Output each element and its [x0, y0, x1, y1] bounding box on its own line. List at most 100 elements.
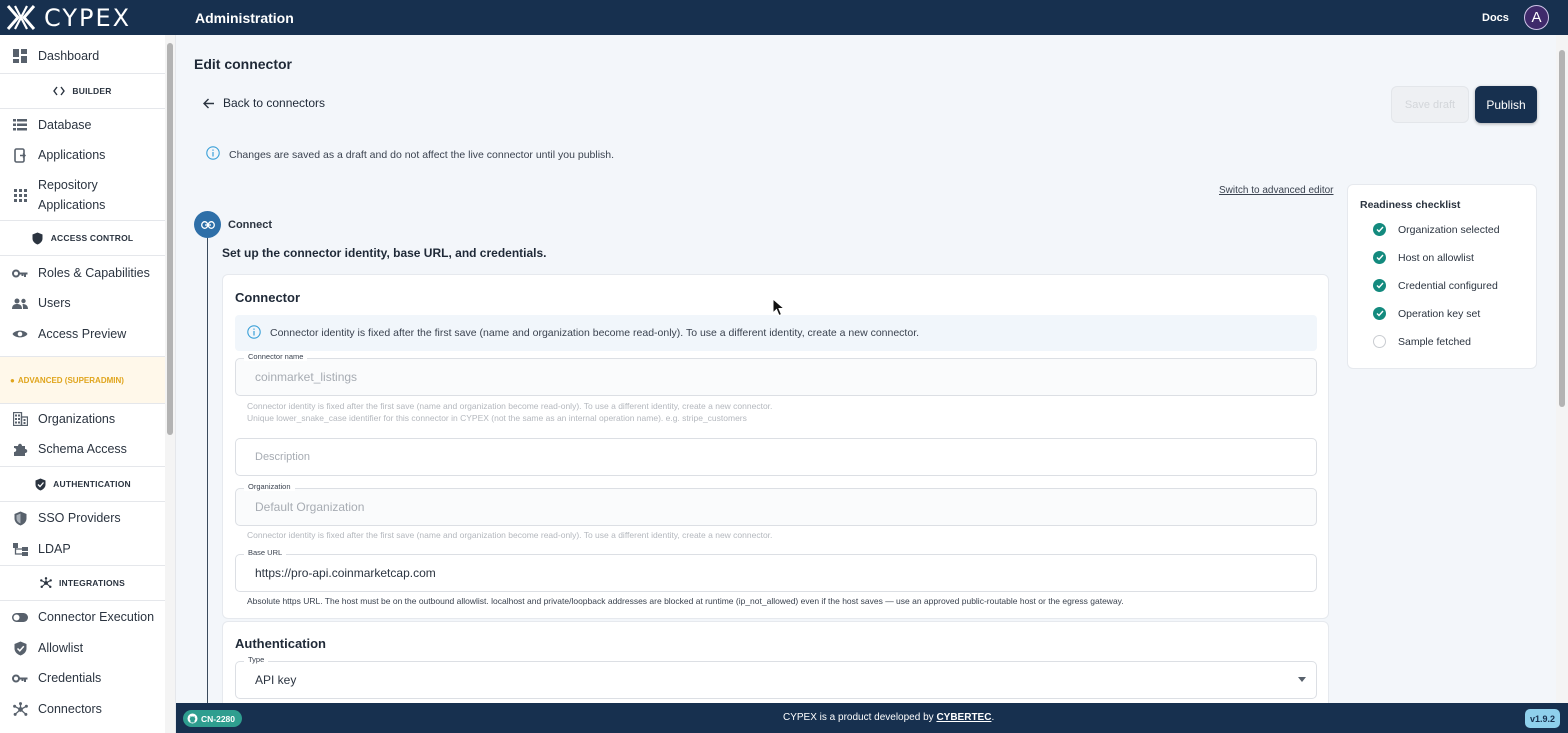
- sidebar-item-users[interactable]: Users: [0, 293, 165, 313]
- auth-type-select[interactable]: Type API key: [235, 655, 1317, 699]
- sidebar-item-label: Credentials: [38, 671, 102, 685]
- sidebar-item-label: Roles & Capabilities: [38, 266, 150, 280]
- readiness-checklist: Readiness checklist Organization selecte…: [1347, 184, 1537, 369]
- base-url-field[interactable]: Base URL https://pro-api.coinmarketcap.c…: [235, 548, 1317, 592]
- sidebar-item-allowlist[interactable]: Allowlist: [0, 638, 165, 658]
- database-icon: [12, 117, 28, 133]
- cypex-logo[interactable]: CYPEX: [6, 3, 132, 32]
- check-circle-icon: [1373, 223, 1386, 236]
- sidebar-item-access-preview[interactable]: Access Preview: [0, 324, 165, 344]
- ldap-icon: [12, 541, 28, 557]
- sidebar-item-label: Connector Execution: [38, 610, 155, 624]
- footer: CN-2280 CYPEX is a product developed by …: [176, 703, 1568, 733]
- section-header-builder: BUILDER: [0, 73, 165, 109]
- toggle-icon: [12, 609, 28, 625]
- check-circle-icon: [1373, 251, 1386, 264]
- shield-check-icon: [34, 478, 46, 490]
- issue-badge-label: CN-2280: [201, 713, 236, 724]
- sidebar-item-label: Dashboard: [38, 49, 100, 63]
- sidebar-item-label: Users: [38, 296, 71, 310]
- section-header-access-control: ACCESS CONTROL: [0, 220, 165, 256]
- sidebar-item-applications[interactable]: Applications: [0, 145, 165, 165]
- sidebar-item-label: Repository Applications: [38, 178, 106, 212]
- connector-card: Connector Connector identity is fixed af…: [222, 274, 1329, 619]
- publish-button[interactable]: Publish: [1475, 86, 1537, 123]
- sidebar-scrollbar-thumb[interactable]: [167, 43, 173, 435]
- sidebar-item-label: Database: [38, 118, 92, 132]
- section-header-label: ACCESS CONTROL: [50, 233, 134, 243]
- sidebar-item-ldap[interactable]: LDAP: [0, 539, 165, 559]
- github-icon: [187, 713, 198, 724]
- organization-field[interactable]: Organization Default Organization: [235, 482, 1317, 526]
- page-header-title: Administration: [195, 10, 294, 26]
- footer-credit-prefix: CYPEX is a product developed by: [783, 712, 937, 723]
- key-icon: [12, 670, 28, 686]
- base-url-label: Base URL: [244, 548, 287, 557]
- sidebar-item-label: LDAP: [38, 542, 71, 556]
- sidebar-item-sso-providers[interactable]: SSO Providers: [0, 508, 165, 528]
- back-to-connectors-link[interactable]: Back to connectors: [203, 96, 325, 110]
- sidebar-item-connector-execution[interactable]: Connector Execution: [0, 607, 165, 627]
- save-draft-button[interactable]: Save draft: [1391, 86, 1469, 123]
- sidebar-item-organizations[interactable]: Organizations: [0, 409, 165, 429]
- description-field[interactable]: Description: [235, 438, 1317, 476]
- cybertec-link[interactable]: CYBERTEC: [936, 712, 991, 723]
- info-icon: [247, 324, 261, 342]
- sidebar-item-label: Access Preview: [38, 327, 127, 341]
- connector-name-help-2: Unique lower_snake_case identifier for t…: [247, 413, 747, 423]
- section-header-authentication: AUTHENTICATION: [0, 466, 165, 502]
- sidebar-item-dashboard[interactable]: Dashboard: [0, 46, 165, 66]
- sidebar-item-repository-applications[interactable]: Repository Applications: [0, 175, 165, 215]
- checklist-item-organization-selected: Organization selected: [1373, 223, 1500, 236]
- shield-icon: [32, 232, 44, 244]
- footer-credit: CYPEX is a product developed by CYBERTEC…: [783, 712, 994, 723]
- sidebar-item-credentials[interactable]: Credentials: [0, 668, 165, 688]
- organization-label: Organization: [244, 482, 295, 491]
- checklist-item-host-on-allowlist: Host on allowlist: [1373, 251, 1474, 264]
- chevron-down-icon[interactable]: [1298, 677, 1306, 682]
- main-scrollbar-thumb[interactable]: [1559, 50, 1565, 407]
- description-placeholder: Description: [255, 451, 311, 463]
- sidebar-item-database[interactable]: Database: [0, 115, 165, 135]
- top-bar: CYPEX Administration Docs A: [0, 0, 1568, 35]
- hub-icon: [40, 577, 52, 589]
- sidebar-item-roles-capabilities[interactable]: Roles & Capabilities: [0, 263, 165, 283]
- check-circle-icon: [1373, 279, 1386, 292]
- sidebar-item-label: Applications: [38, 148, 106, 162]
- docs-link[interactable]: Docs: [1482, 12, 1509, 24]
- footer-credit-suffix: .: [991, 712, 995, 723]
- section-header-integrations: INTEGRATIONS: [0, 565, 165, 601]
- section-header-label: INTEGRATIONS: [59, 578, 125, 588]
- sidebar-item-label: SSO Providers: [38, 511, 121, 525]
- step-description: Set up the connector identity, base URL,…: [222, 246, 547, 260]
- sidebar-item-schema-access[interactable]: Schema Access: [0, 439, 165, 459]
- checklist-item-credential-configured: Credential configured: [1373, 279, 1498, 292]
- checklist-item-label: Sample fetched: [1398, 335, 1471, 348]
- section-header-advanced: ● ADVANCED (SUPERADMIN): [0, 356, 165, 404]
- back-label: Back to connectors: [223, 96, 326, 110]
- mouse-cursor-icon: [772, 298, 785, 317]
- auth-type-value: API key: [255, 673, 297, 687]
- identity-info-text: Connector identity is fixed after the fi…: [270, 327, 920, 339]
- grid-icon: [12, 187, 28, 203]
- step-connector-line: [207, 238, 208, 703]
- checklist-item-label: Credential configured: [1398, 279, 1498, 292]
- switch-to-advanced-editor-link[interactable]: Switch to advanced editor: [1219, 185, 1334, 196]
- sidebar: Dashboard BUILDER Database Applications …: [0, 35, 176, 733]
- section-header-label: AUTHENTICATION: [53, 479, 131, 489]
- issue-badge[interactable]: CN-2280: [183, 710, 243, 727]
- base-url-value: https://pro-api.coinmarketcap.com: [255, 566, 436, 580]
- shield-icon: [12, 510, 28, 526]
- arrow-left-icon: [203, 98, 214, 108]
- draft-info-message: Changes are saved as a draft and do not …: [206, 146, 614, 163]
- empty-circle-icon: [1373, 335, 1386, 348]
- step-connect-indicator: [194, 211, 221, 238]
- logo-text: CYPEX: [44, 3, 132, 32]
- avatar[interactable]: A: [1524, 5, 1549, 30]
- draft-info-text: Changes are saved as a draft and do not …: [229, 148, 615, 161]
- puzzle-icon: [12, 441, 28, 457]
- users-icon: [12, 295, 28, 311]
- sidebar-item-connectors[interactable]: Connectors: [0, 699, 165, 719]
- connector-name-label: Connector name: [244, 352, 308, 361]
- connector-name-field[interactable]: Connector name coinmarket_listings: [235, 352, 1317, 396]
